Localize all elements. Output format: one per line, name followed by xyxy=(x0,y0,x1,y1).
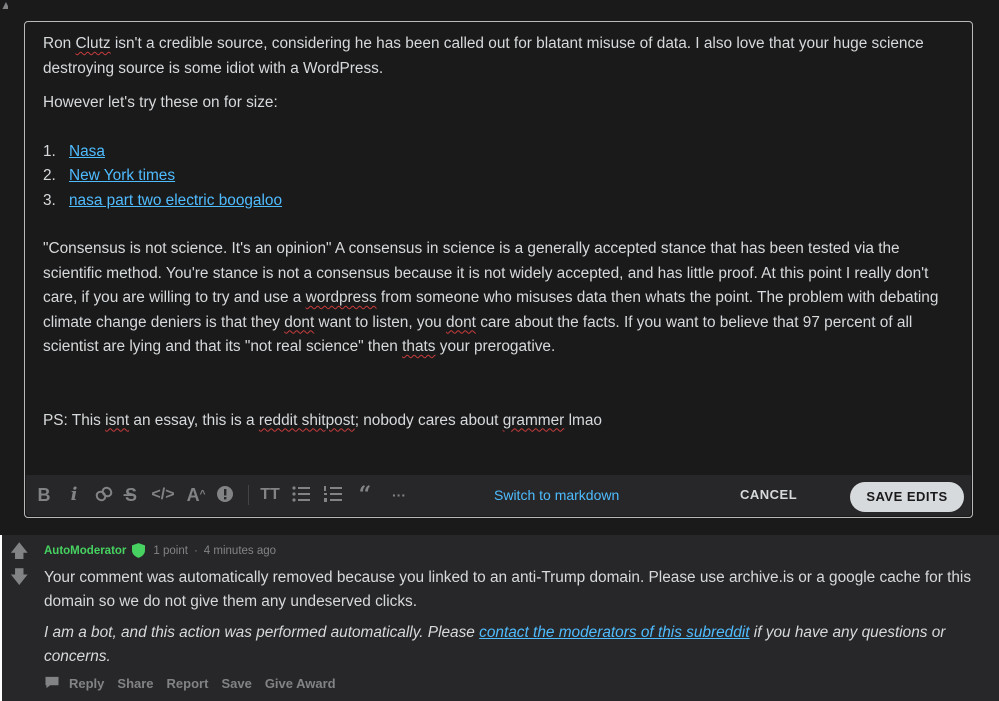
list-item: 2. New York times xyxy=(43,164,958,189)
superscript-icon[interactable]: A^ xyxy=(185,484,207,506)
editor-toolbar: B i S– </> A^ TT “ ··· Switch to markdow… xyxy=(26,475,971,516)
comment-time[interactable]: 4 minutes ago xyxy=(204,545,276,557)
heading-icon[interactable]: TT xyxy=(258,484,282,506)
editor-paragraph: PS: This isnt an essay, this is a reddit… xyxy=(43,411,602,429)
comment-text: Your comment was automatically removed b… xyxy=(44,569,972,610)
give-award-button[interactable]: Give Award xyxy=(265,676,336,691)
bold-icon[interactable]: B xyxy=(36,484,52,506)
editor-paragraph: Ron Clutz isn't a credible source, consi… xyxy=(43,35,924,77)
misspelled-word: dont xyxy=(284,313,315,331)
nasa-link[interactable]: Nasa xyxy=(69,140,105,165)
comment-actions: Reply Share Report Save Give Award xyxy=(44,676,336,691)
moderator-shield-icon xyxy=(132,543,146,558)
editor-paragraph: "Consensus is not science. It's an opini… xyxy=(43,240,939,355)
misspelled-word: isnt xyxy=(105,411,130,429)
reply-chat-icon[interactable] xyxy=(44,676,60,689)
editor-link-list: 1. Nasa 2. New York times 3. nasa part two … xyxy=(43,140,958,214)
comment-edit-box[interactable]: Ron Clutz isn't a credible source, consi… xyxy=(24,21,973,518)
inline-code-icon[interactable]: </> xyxy=(150,484,176,506)
list-item: 3. nasa part two electric boogaloo xyxy=(43,189,958,214)
editor-paragraph: However let's try these on for size: xyxy=(43,94,278,111)
toolbar-divider xyxy=(248,485,249,505)
list-item: 1. Nasa xyxy=(43,140,958,165)
downvote-arrow-icon[interactable]: 🡇 xyxy=(10,565,29,595)
nasa-part-two-link[interactable]: nasa part two electric boogaloo xyxy=(69,189,282,214)
save-button[interactable]: Save xyxy=(221,676,251,691)
contact-moderators-link[interactable]: contact the moderators of this subreddit xyxy=(479,624,749,641)
bulleted-list-icon[interactable] xyxy=(289,484,313,509)
quote-block-icon[interactable]: “ xyxy=(352,484,378,506)
switch-to-markdown-button[interactable]: Switch to markdown xyxy=(494,487,619,503)
save-edits-button[interactable]: SAVE EDITS xyxy=(850,482,964,512)
new-york-times-link[interactable]: New York times xyxy=(69,164,175,189)
strikethrough-icon[interactable]: S– xyxy=(123,484,145,506)
numbered-list-icon[interactable] xyxy=(321,484,345,509)
cancel-button[interactable]: CANCEL xyxy=(740,487,797,502)
misspelled-word: thats xyxy=(402,338,436,355)
spoiler-icon[interactable] xyxy=(214,484,236,509)
comment-meta: AutoModerator 1 point · 4 minutes ago xyxy=(44,543,276,558)
misspelled-word: grammer xyxy=(502,411,565,429)
comment-body: Your comment was automatically removed b… xyxy=(44,566,984,668)
share-button[interactable]: Share xyxy=(117,676,153,691)
bot-note: I am a bot, and this action was performe… xyxy=(44,624,946,665)
misspelled-word: wordpress xyxy=(305,289,377,306)
italic-icon[interactable]: i xyxy=(66,484,82,506)
misspelled-word: Clutz xyxy=(75,35,111,52)
comment-edit-textarea[interactable]: Ron Clutz isn't a credible source, consi… xyxy=(43,32,958,433)
link-icon[interactable] xyxy=(93,484,115,509)
upvote-arrow-icon[interactable]: ▲ xyxy=(0,0,8,14)
automoderator-comment: 🡅 🡇 AutoModerator 1 point · 4 minutes ag… xyxy=(2,535,999,701)
comment-points: 1 point xyxy=(153,544,188,557)
more-icon[interactable]: ··· xyxy=(388,484,410,506)
meta-separator: · xyxy=(193,544,198,557)
comment-author[interactable]: AutoModerator xyxy=(44,545,126,557)
misspelled-word: reddit shitpost xyxy=(258,411,355,429)
misspelled-word: dont xyxy=(445,313,476,331)
report-button[interactable]: Report xyxy=(167,676,209,691)
reply-button[interactable]: Reply xyxy=(69,676,104,691)
